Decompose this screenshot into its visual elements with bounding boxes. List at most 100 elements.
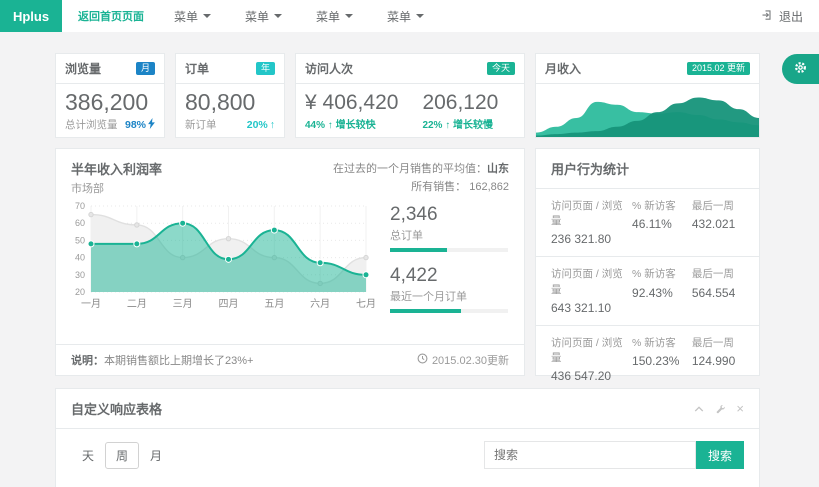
pageviews-label: 总计浏览量 <box>65 117 118 132</box>
visits-count: 206,120 <box>422 91 498 114</box>
cell-value: 150.23% <box>632 354 692 368</box>
theme-config-button[interactable] <box>782 54 819 84</box>
search-input[interactable] <box>484 441 696 469</box>
stat-cards-row: 浏览量 月 386,200 总计浏览量 98% 订单 年 80, <box>55 53 760 138</box>
cell-value: 236 321.80 <box>551 232 632 246</box>
svg-text:五月: 五月 <box>264 298 284 310</box>
responsive-table-panel: 自定义响应表格 × 天 周 月 搜索 <box>55 388 760 487</box>
wrench-icon[interactable] <box>715 404 725 414</box>
delta-value: 98% <box>125 119 146 131</box>
panel-tools: × <box>694 402 744 415</box>
behavior-cell: 最后一周124.990 <box>692 336 744 383</box>
caret-down-icon <box>416 14 424 18</box>
period-tabs: 天 周 月 <box>71 442 173 469</box>
cell-label: 访问页面 / 浏览量 <box>551 267 632 297</box>
menu-dropdown-4[interactable]: 菜单 <box>387 8 424 25</box>
caret-down-icon <box>203 14 211 18</box>
clock-icon <box>417 353 428 367</box>
collapse-icon[interactable] <box>694 405 704 413</box>
menu-label: 菜单 <box>387 8 411 25</box>
table-toolbar: 天 周 月 搜索 <box>71 441 744 469</box>
svg-text:40: 40 <box>75 253 85 263</box>
behavior-cell: 访问页面 / 浏览量 236 321.80 <box>551 199 632 246</box>
note-label: 增长较快 <box>336 120 376 131</box>
bolt-icon <box>148 118 155 132</box>
svg-text:三月: 三月 <box>173 298 193 310</box>
logout-label: 退出 <box>779 8 803 25</box>
cell-label: 最后一周 <box>692 199 744 214</box>
cell-label: 访问页面 / 浏览量 <box>551 336 632 366</box>
card-head: 订单 年 <box>176 54 284 84</box>
cell-label: 访问页面 / 浏览量 <box>551 199 632 229</box>
income-chart-svg <box>536 90 759 137</box>
profit-panel-head: 半年收入利润率 市场部 在过去的一个月销售的平均值：山东 所有销售： 162,8… <box>56 149 524 196</box>
home-link[interactable]: 返回首页页面 <box>78 8 144 24</box>
info-avg-label: 在过去的一个月销售的平均值： <box>333 163 487 175</box>
income-chart <box>536 84 759 137</box>
card-visits: 访问人次 今天 ¥ 406,420 44% ↑ 增长较快 206,120 <box>295 53 525 138</box>
behavior-cell: 访问页面 / 浏览量 643 321.10 <box>551 267 632 314</box>
menu-dropdown-2[interactable]: 菜单 <box>245 8 282 25</box>
behavior-cell: 最后一周 432.021 <box>692 199 744 246</box>
behavior-cell: % 新访客46.11% <box>632 199 692 246</box>
cell-label: % 新访客 <box>632 267 692 282</box>
behavior-title: 用户行为统计 <box>536 149 759 189</box>
month-orders-progress <box>390 309 508 313</box>
card-head: 浏览量 月 <box>56 54 164 84</box>
update-badge: 2015.02 更新 <box>687 62 750 75</box>
tab-day[interactable]: 天 <box>71 442 105 469</box>
svg-text:20: 20 <box>75 287 85 297</box>
menu-dropdown-1[interactable]: 菜单 <box>174 8 211 25</box>
info-line-2: 所有销售： 162,862 <box>333 178 509 196</box>
progress-fill <box>390 309 461 313</box>
info-line-1: 在过去的一个月销售的平均值：山东 <box>333 160 509 178</box>
month-orders-value: 4,422 <box>390 265 508 287</box>
info-sales-label: 所有销售： <box>411 181 466 193</box>
behavior-cell: % 新访客92.43% <box>632 267 692 314</box>
brand-logo[interactable]: Hplus <box>0 0 62 32</box>
visits-col-right: 206,120 22% ↑ 增长较慢 <box>422 91 498 131</box>
card-body: 386,200 总计浏览量 98% <box>56 84 164 137</box>
note-pct: 44% <box>305 120 325 131</box>
behavior-row: 访问页面 / 浏览量643 321.10 % 新访客92.43% 最后一周564… <box>536 257 759 325</box>
card-title: 浏览量 <box>65 60 101 77</box>
table-header-row: 项目 进度 任务 日期 操作 <box>71 481 744 487</box>
card-title: 订单 <box>185 60 209 77</box>
footer-note: 说明：本期销售额比上期增长了23%+ <box>71 352 253 368</box>
svg-text:六月: 六月 <box>310 298 330 310</box>
pageviews-value: 386,200 <box>65 90 155 115</box>
card-monthly-income: 月收入 2015.02 更新 <box>535 53 760 138</box>
behavior-cell: 访问页面 / 浏览量436 547.20 <box>551 336 632 383</box>
cell-label: % 新访客 <box>632 199 692 214</box>
profit-chart-svg: 203040506070一月二月三月四月五月六月七月 <box>64 198 376 316</box>
tab-week[interactable]: 周 <box>105 442 139 469</box>
arrow-up-icon: ↑ <box>270 119 275 131</box>
menu-dropdown-3[interactable]: 菜单 <box>316 8 353 25</box>
behavior-row: 访问页面 / 浏览量436 547.20 % 新访客 150.23% 最后一周12… <box>536 326 759 393</box>
bottom-row: 自定义响应表格 × 天 周 月 搜索 <box>55 388 760 487</box>
note-label: 增长较慢 <box>453 120 493 131</box>
arrow-up-icon: ↑ <box>328 120 333 131</box>
menu-label: 菜单 <box>245 8 269 25</box>
profit-panel: 半年收入利润率 市场部 在过去的一个月销售的平均值：山东 所有销售： 162,8… <box>55 148 525 376</box>
table-panel-body: 天 周 月 搜索 项目 进度 任务 日期 操作 <box>56 429 759 487</box>
cell-value: 432.021 <box>692 217 744 231</box>
info-sales-value: 162,862 <box>469 181 509 193</box>
arrow-up-icon: ↑ <box>445 120 450 131</box>
cell-label: % 新访客 <box>632 336 692 351</box>
total-orders-value: 2,346 <box>390 204 508 226</box>
profit-chart: 203040506070一月二月三月四月五月六月七月 <box>64 198 376 344</box>
tab-month[interactable]: 月 <box>139 442 173 469</box>
period-badge: 月 <box>136 62 155 75</box>
profit-info: 在过去的一个月销售的平均值：山东 所有销售： 162,862 <box>333 160 509 196</box>
cell-value: 643 321.10 <box>551 301 632 315</box>
orders-label: 新订单 <box>185 117 217 132</box>
profit-panel-footer: 说明：本期销售额比上期增长了23%+ 2015.02.30更新 <box>56 344 524 375</box>
profit-panel-body: 203040506070一月二月三月四月五月六月七月 2,346 总订单 4,4… <box>56 196 524 344</box>
logout-button[interactable]: 退出 <box>761 0 803 32</box>
search-button[interactable]: 搜索 <box>696 441 744 469</box>
cell-label: 最后一周 <box>692 267 744 282</box>
total-orders-label: 总订单 <box>390 227 508 243</box>
user-behavior-panel: 用户行为统计 访问页面 / 浏览量236 321.80 % 新访客46.11% … <box>535 148 760 376</box>
close-icon[interactable]: × <box>736 402 744 415</box>
